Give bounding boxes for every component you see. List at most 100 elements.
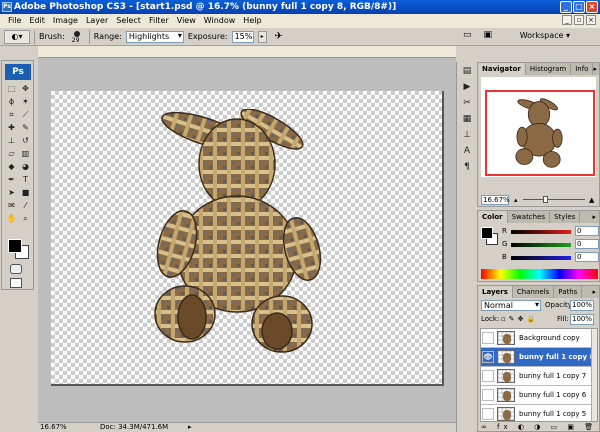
menu-edit[interactable]: Edit <box>25 14 49 28</box>
actions-panel-icon[interactable]: ▶ <box>459 81 475 94</box>
zoom-out-icon[interactable]: ▴ <box>514 194 518 206</box>
palette-well-icon[interactable]: ▭ <box>463 30 472 40</box>
pen-tool-icon[interactable]: ✒ <box>5 174 18 186</box>
menu-window[interactable]: Window <box>200 14 240 28</box>
status-zoom[interactable]: 16.67% <box>40 423 67 432</box>
type-tool-icon[interactable]: T <box>19 174 32 186</box>
exposure-slider-arrow[interactable]: ▸ <box>257 30 267 43</box>
blend-mode-select[interactable]: Normal <box>481 300 541 311</box>
menu-help[interactable]: Help <box>239 14 265 28</box>
visibility-toggle[interactable] <box>482 370 494 382</box>
doc-minimize-icon[interactable]: _ <box>562 15 572 25</box>
tab-info[interactable]: Info <box>571 63 594 75</box>
layer-row[interactable]: bunny full 1 copy 7 <box>481 367 597 386</box>
notes-tool-icon[interactable]: ✉ <box>5 200 18 212</box>
brush-picker[interactable]: 29 <box>69 30 85 44</box>
crop-tool-icon[interactable]: ⌗ <box>5 109 18 121</box>
menu-filter[interactable]: Filter <box>145 14 173 28</box>
visibility-toggle[interactable] <box>482 332 494 344</box>
tool-preset-picker[interactable]: ◐▾ <box>4 29 30 44</box>
blur-tool-icon[interactable]: ◆ <box>5 161 18 173</box>
navigator-preview[interactable] <box>481 77 596 177</box>
zoom-tool-icon[interactable]: ⌕ <box>19 213 32 225</box>
bridge-icon[interactable]: ▣ <box>483 30 492 40</box>
navigator-zoom-input[interactable]: 16.67% <box>481 195 510 205</box>
tab-channels[interactable]: Channels <box>513 286 555 298</box>
foreground-color-swatch[interactable] <box>8 239 22 253</box>
color-panel-foreground-swatch[interactable] <box>481 227 493 239</box>
tab-navigator[interactable]: Navigator <box>478 63 526 75</box>
rectangle-tool-icon[interactable]: ■ <box>19 187 32 199</box>
path-selection-tool-icon[interactable]: ➤ <box>5 187 18 199</box>
marquee-tool-icon[interactable]: ⬚ <box>5 83 18 95</box>
blue-value-input[interactable]: 0 <box>575 252 599 262</box>
green-slider[interactable] <box>511 243 571 247</box>
maximize-icon[interactable]: □ <box>573 1 585 13</box>
red-slider[interactable] <box>511 230 571 234</box>
tab-swatches[interactable]: Swatches <box>508 211 551 223</box>
clone-source-panel-icon[interactable]: ⊥ <box>459 129 475 142</box>
lasso-tool-icon[interactable]: ϕ <box>5 96 18 108</box>
blue-slider[interactable] <box>511 256 571 260</box>
gradient-tool-icon[interactable]: ▥ <box>19 148 32 160</box>
layer-row[interactable]: bunny full 1 copy 6 <box>481 386 597 405</box>
airbrush-icon[interactable]: ✈ <box>271 30 287 44</box>
eye-icon[interactable]: 👁 <box>482 351 494 363</box>
layer-row[interactable]: bunny full 1 copy 5 <box>481 405 597 421</box>
range-select[interactable]: Highlights <box>125 30 184 43</box>
paragraph-panel-icon[interactable]: ¶ <box>459 161 475 174</box>
brushes-panel-icon[interactable]: ▦ <box>459 113 475 126</box>
menu-image[interactable]: Image <box>49 14 82 28</box>
panel-menu-icon[interactable]: ▸ <box>593 63 600 75</box>
dodge-tool-icon[interactable]: ◕ <box>19 161 32 173</box>
brush-tool-icon[interactable]: ✎ <box>19 122 32 134</box>
layer-row[interactable]: Background copy <box>481 329 597 348</box>
screen-mode-icon[interactable] <box>10 278 22 288</box>
doc-close-icon[interactable]: × <box>586 15 596 25</box>
exposure-input[interactable]: 15% <box>231 30 254 43</box>
menu-view[interactable]: View <box>173 14 200 28</box>
tab-paths[interactable]: Paths <box>554 286 583 298</box>
tab-histogram[interactable]: Histogram <box>526 63 572 75</box>
close-icon[interactable]: × <box>586 1 598 13</box>
layers-footer-icons[interactable]: ∞ fx ◐ ◑ ▭ ▣ 🗑 <box>481 423 599 432</box>
visibility-toggle[interactable] <box>482 389 494 401</box>
clone-stamp-tool-icon[interactable]: ⊥ <box>5 135 18 147</box>
zoom-slider-thumb[interactable] <box>543 196 548 203</box>
eraser-tool-icon[interactable]: ▱ <box>5 148 18 160</box>
status-menu-arrow-icon[interactable]: ▸ <box>188 423 192 432</box>
healing-brush-tool-icon[interactable]: ✚ <box>5 122 18 134</box>
panel-menu-icon[interactable]: ▸ <box>592 211 599 223</box>
layer-list-scrollbar[interactable] <box>591 329 597 421</box>
workspace-menu[interactable]: Workspace ▾ <box>520 31 570 40</box>
character-panel-icon[interactable]: A <box>459 145 475 158</box>
tool-presets-panel-icon[interactable]: ✂ <box>459 97 475 110</box>
panel-menu-icon[interactable]: ▸ <box>592 286 599 298</box>
menu-file[interactable]: File <box>4 14 25 28</box>
hand-tool-icon[interactable]: ✋ <box>5 213 18 225</box>
history-brush-tool-icon[interactable]: ↺ <box>19 135 32 147</box>
menu-select[interactable]: Select <box>112 14 145 28</box>
move-tool-icon[interactable]: ✥ <box>19 83 32 95</box>
tab-color[interactable]: Color <box>478 211 508 223</box>
quick-mask-icon[interactable] <box>10 264 22 274</box>
zoom-slider-track[interactable] <box>523 199 585 200</box>
slice-tool-icon[interactable]: ⟋ <box>19 109 32 121</box>
eyedropper-tool-icon[interactable]: ⁄ <box>19 200 32 212</box>
zoom-in-icon[interactable]: ▲ <box>589 194 594 206</box>
visibility-toggle[interactable] <box>482 408 494 420</box>
opacity-input[interactable]: 100% <box>570 300 594 311</box>
doc-restore-icon[interactable]: ▫ <box>574 15 584 25</box>
minimize-icon[interactable]: _ <box>560 1 572 13</box>
menu-layer[interactable]: Layer <box>82 14 112 28</box>
red-value-input[interactable]: 0 <box>575 226 599 236</box>
tab-styles[interactable]: Styles <box>550 211 581 223</box>
history-panel-icon[interactable]: ▤ <box>459 65 475 78</box>
tab-layers[interactable]: Layers <box>478 286 513 298</box>
color-spectrum-ramp[interactable] <box>481 269 598 279</box>
layer-row-selected[interactable]: 👁 bunny full 1 copy 8 <box>481 348 597 367</box>
green-value-input[interactable]: 0 <box>575 239 599 249</box>
fill-input[interactable]: 100% <box>570 314 594 325</box>
lock-options-icons[interactable]: ▫✎✥🔒 <box>501 315 538 323</box>
magic-wand-tool-icon[interactable]: ✶ <box>19 96 32 108</box>
